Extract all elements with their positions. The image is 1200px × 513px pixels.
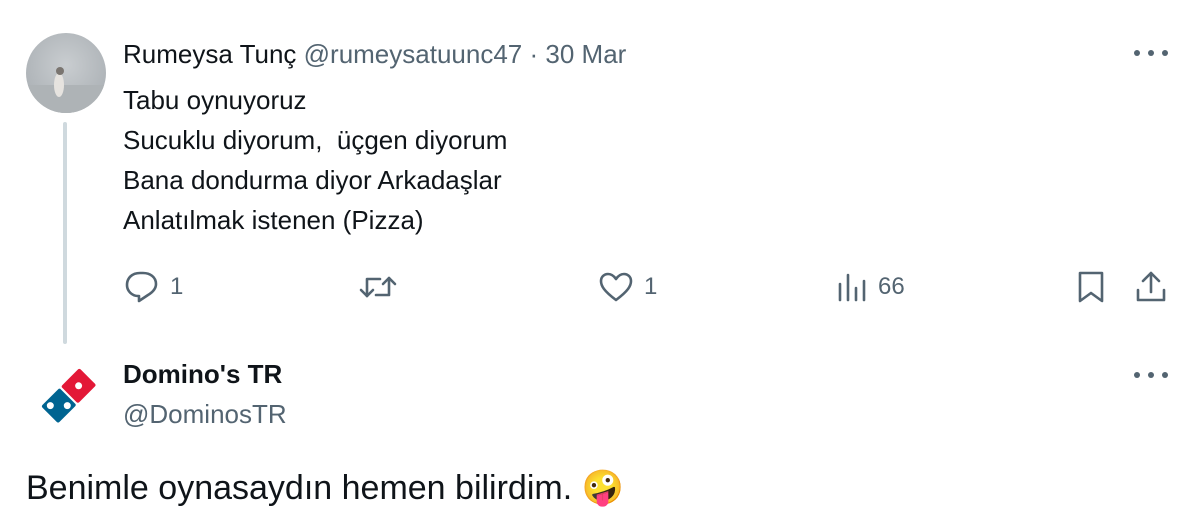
heart-icon — [599, 272, 633, 302]
zany-face-emoji-icon: 🤪 — [581, 468, 624, 508]
retweet-button[interactable] — [358, 272, 398, 302]
author-handle[interactable]: @DominosTR — [123, 398, 287, 430]
more-icon[interactable] — [1134, 370, 1168, 380]
bookmark-icon — [1078, 271, 1104, 303]
tweet-line: Anlatılmak istenen (Pizza) — [123, 205, 424, 235]
like-button[interactable]: 1 — [598, 271, 657, 303]
bookmark-button[interactable] — [1077, 270, 1105, 304]
avatar[interactable] — [26, 33, 106, 113]
views-button[interactable]: 66 — [836, 272, 905, 302]
reply-button[interactable]: 1 — [124, 270, 183, 304]
reply-count: 1 — [170, 273, 184, 300]
tweet-body: Tabu oynuyoruz Sucuklu diyorum, üçgen di… — [123, 80, 507, 240]
dominos-logo-icon — [39, 366, 98, 425]
retweet-icon — [359, 276, 397, 298]
reply-icon — [125, 271, 158, 303]
separator-dot: · — [529, 39, 539, 69]
like-count: 1 — [644, 273, 658, 300]
view-count: 66 — [878, 273, 905, 300]
share-icon — [1136, 271, 1166, 302]
tweet-line: Sucuklu diyorum, üçgen diyorum — [123, 125, 508, 155]
thread-line — [63, 122, 67, 344]
author-name[interactable]: Rumeysa Tunç — [123, 39, 296, 69]
tweet-line: Bana dondurma diyor Arkadaşlar — [123, 165, 502, 195]
share-button[interactable] — [1135, 270, 1167, 304]
more-icon[interactable] — [1134, 48, 1168, 58]
dominos-logo[interactable] — [36, 363, 100, 427]
author-name[interactable]: Domino's TR — [123, 358, 282, 390]
tweet-header: Rumeysa Tunç @rumeysatuunc47 · 30 Mar — [123, 38, 626, 70]
reply-text: Benimle oynasaydın hemen bilirdim. 🤪 — [26, 467, 624, 509]
reply-body: Benimle oynasaydın hemen bilirdim. — [26, 469, 573, 507]
views-icon — [838, 273, 866, 302]
author-handle[interactable]: @rumeysatuunc47 — [304, 39, 523, 69]
tweet-line: Tabu oynuyoruz — [123, 85, 307, 115]
avatar-photo-icon — [26, 67, 106, 113]
tweet-date[interactable]: 30 Mar — [545, 39, 626, 69]
